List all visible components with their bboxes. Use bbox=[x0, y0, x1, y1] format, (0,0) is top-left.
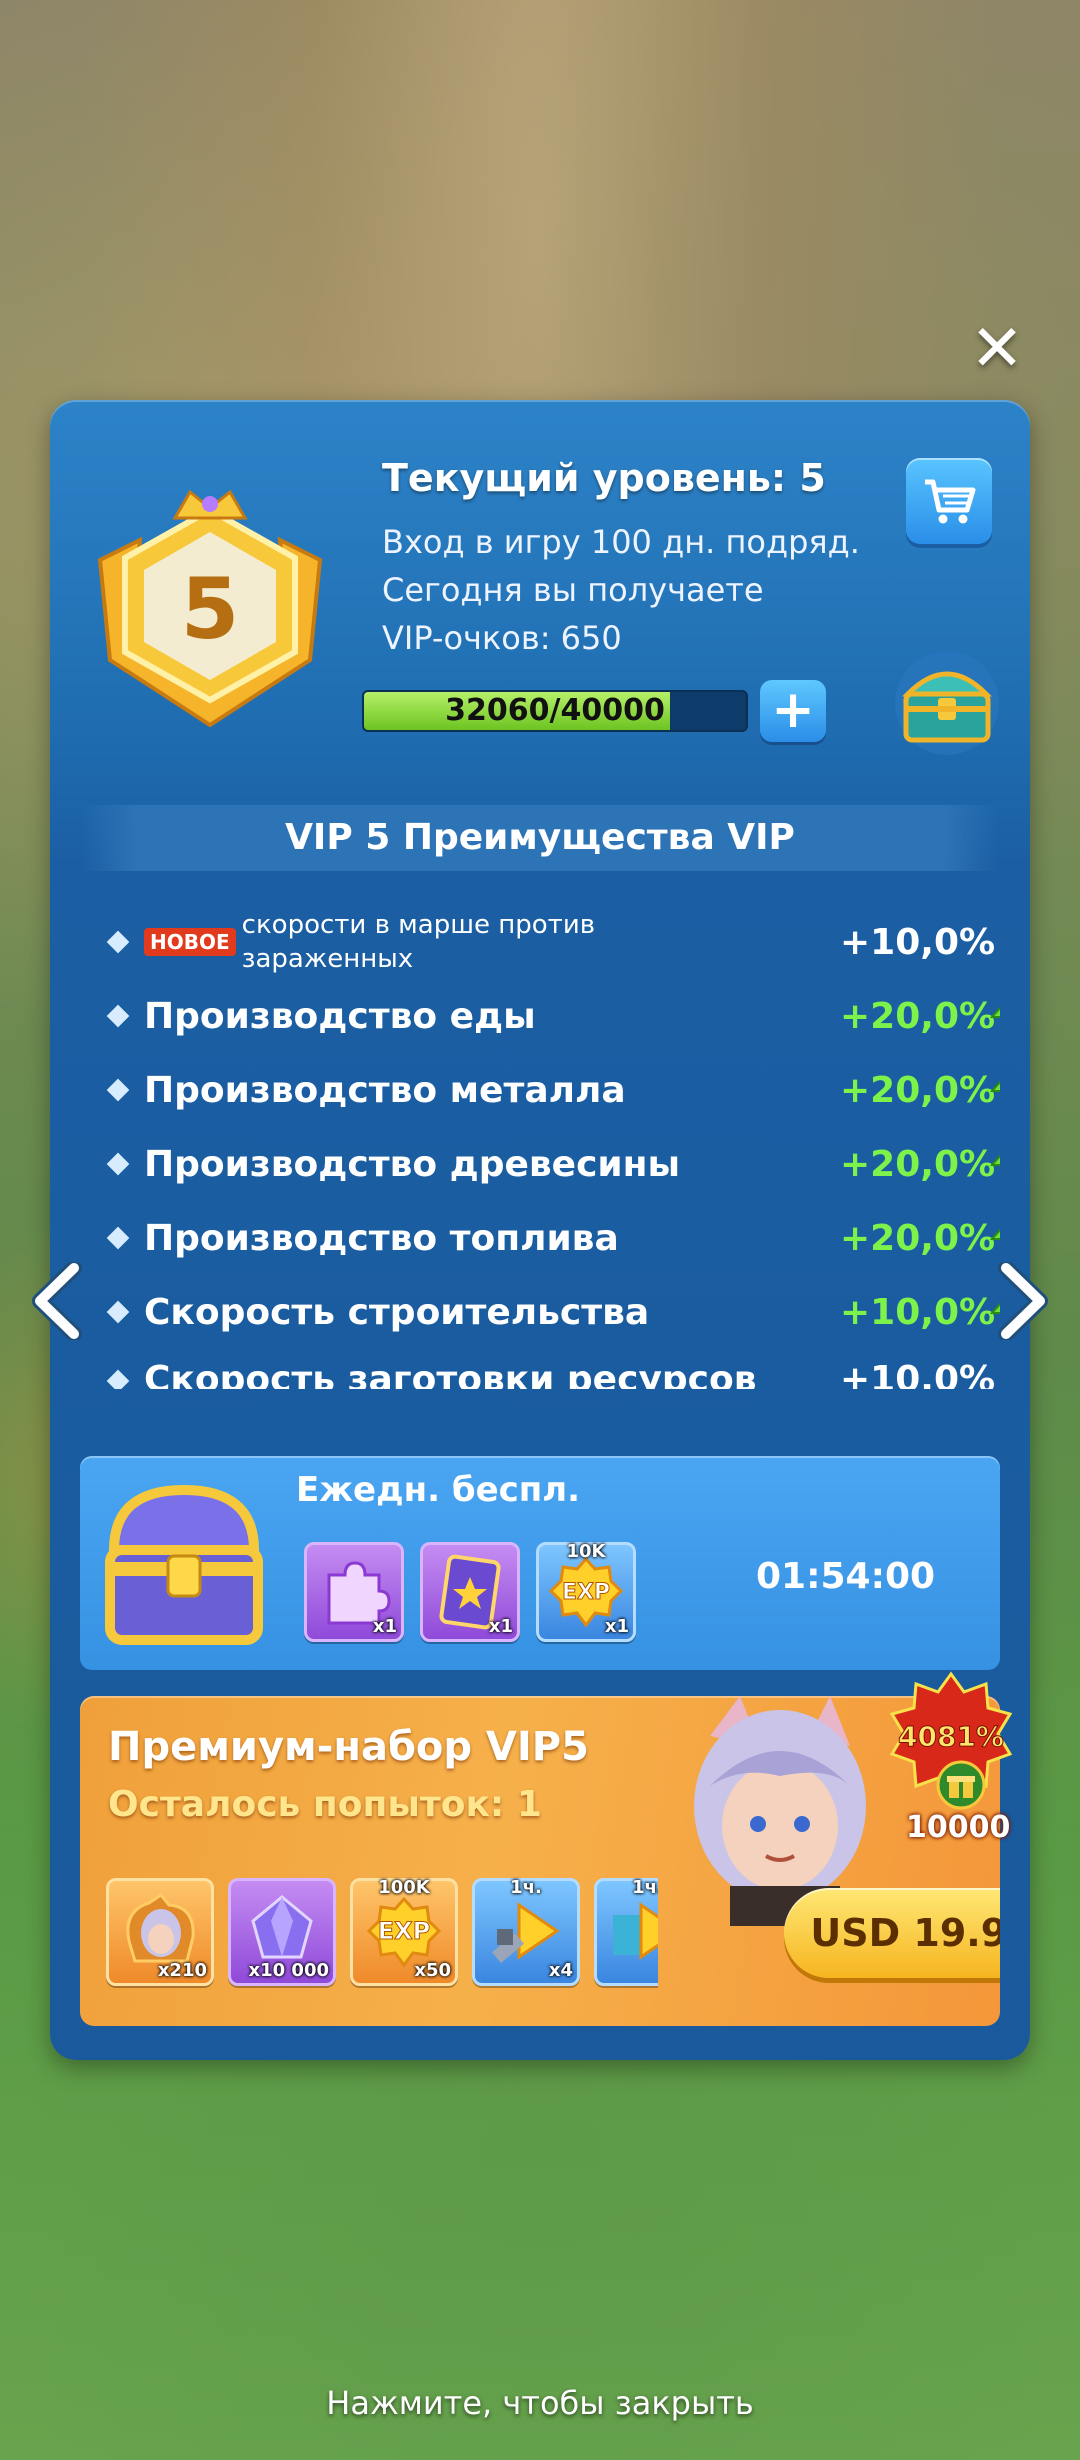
pack-item[interactable]: 1ч. x4 bbox=[472, 1877, 580, 1986]
bullet-icon bbox=[106, 1004, 130, 1028]
shop-cart-button[interactable] bbox=[906, 458, 992, 544]
perk-row: Скорость заготовки ресурсов +10,0% bbox=[100, 1349, 1000, 1389]
reward-item[interactable]: EXP 10K x1 bbox=[536, 1541, 636, 1642]
perk-value: +20,0% bbox=[840, 1217, 996, 1259]
daily-free-reward[interactable]: Ежедн. беспл. x1 x1 EXP 10K x1 01:54:00 bbox=[80, 1456, 1000, 1670]
perk-value: +10,0% bbox=[840, 1359, 996, 1389]
bullet-icon bbox=[106, 930, 130, 954]
perk-value: +10,0% bbox=[840, 921, 996, 963]
pack-item[interactable]: x10 000 bbox=[228, 1878, 336, 1986]
increase-arrow-icon bbox=[990, 1228, 1000, 1240]
item-amount-label: 1ч. bbox=[632, 1878, 658, 1898]
reward-item[interactable]: x1 bbox=[420, 1542, 520, 1642]
vip-level-badge: 5 bbox=[97, 489, 323, 728]
premium-pack-title: Премиум-набор VIP5 bbox=[108, 1724, 589, 1770]
daily-title: Ежедн. беспл. bbox=[296, 1470, 581, 1510]
premium-pack[interactable]: Премиум-набор VIP5 Осталось попыток: 1 x… bbox=[80, 1696, 1000, 2026]
item-amount-label: 10K bbox=[566, 1541, 606, 1562]
next-vip-arrow-icon[interactable] bbox=[996, 1262, 1050, 1340]
bonus-gift-count: 10000 bbox=[906, 1810, 1011, 1845]
perk-value: +10,0% bbox=[840, 1291, 996, 1333]
item-qty: x4 bbox=[548, 1960, 573, 1981]
item-qty: x50 bbox=[414, 1960, 451, 1981]
vip-progress-bar: 32060/40000 bbox=[362, 690, 748, 732]
item-qty: x10 000 bbox=[248, 1960, 330, 1981]
item-qty: x1 bbox=[372, 1616, 397, 1637]
item-amount-label: 100K bbox=[378, 1877, 430, 1898]
discount-text: 4081% bbox=[898, 1720, 1004, 1753]
pack-items-overflow: 1ч. bbox=[594, 1878, 658, 1990]
vip-points-text: VIP-очков: 650 bbox=[382, 619, 622, 657]
bullet-icon bbox=[106, 1300, 130, 1324]
chest-icon bbox=[105, 1484, 263, 1645]
perk-row: Производство топлива +20,0% bbox=[100, 1201, 1000, 1275]
tap-to-close-hint[interactable]: Нажмите, чтобы закрыть bbox=[0, 2384, 1080, 2422]
vip-progress-text: 32060/40000 bbox=[445, 693, 665, 728]
gift-icon bbox=[936, 1760, 986, 1810]
close-icon[interactable]: ✕ bbox=[966, 317, 1028, 381]
current-level-title: Текущий уровень: 5 bbox=[382, 456, 826, 500]
item-qty: x1 bbox=[604, 1616, 629, 1637]
bullet-icon bbox=[106, 1078, 130, 1102]
level-description: Вход в игру 100 дн. подряд. Сегодня вы п… bbox=[382, 518, 902, 662]
increase-arrow-icon bbox=[990, 1154, 1000, 1166]
vip-level-number: 5 bbox=[181, 560, 239, 658]
vip-benefits-header: VIP 5 Преимущества VIP bbox=[82, 805, 998, 871]
login-streak-text: Вход в игру 100 дн. подряд. bbox=[382, 523, 860, 561]
buy-button[interactable]: USD 19.99 bbox=[784, 1888, 1000, 1978]
today-receive-text: Сегодня вы получаете bbox=[382, 571, 764, 609]
pack-item[interactable]: 1ч. bbox=[594, 1878, 658, 1986]
reward-item[interactable]: x1 bbox=[304, 1542, 404, 1642]
increase-arrow-icon bbox=[990, 1080, 1000, 1092]
pack-item[interactable]: EXP 100K x50 bbox=[350, 1877, 458, 1986]
daily-timer: 01:54:00 bbox=[756, 1556, 936, 1597]
increase-arrow-icon bbox=[990, 1006, 1000, 1018]
item-qty: x1 bbox=[488, 1616, 513, 1637]
svg-text:EXP: EXP bbox=[562, 1580, 610, 1605]
perk-value: +20,0% bbox=[840, 1069, 996, 1111]
pack-item[interactable]: x210 bbox=[106, 1878, 214, 1986]
cart-icon bbox=[925, 479, 976, 524]
perk-row: Скорость строительства +10,0% bbox=[100, 1275, 1000, 1349]
new-badge: НОВОЕ bbox=[144, 928, 236, 956]
perk-row: Производство еды +20,0% bbox=[100, 979, 1000, 1053]
perk-row: Производство древесины +20,0% bbox=[100, 1127, 1000, 1201]
svg-text:EXP: EXP bbox=[378, 1917, 431, 1945]
perk-row: НОВОЕ скорости в марше против зараженных… bbox=[100, 905, 1000, 979]
premium-attempts-left: Осталось попыток: 1 bbox=[108, 1784, 542, 1825]
bullet-icon bbox=[106, 1369, 130, 1389]
perk-row: Производство металла +20,0% bbox=[100, 1053, 1000, 1127]
item-amount-label: 1ч. bbox=[510, 1877, 542, 1898]
treasure-chest-icon[interactable] bbox=[892, 648, 1002, 758]
perk-value: +20,0% bbox=[840, 1143, 996, 1185]
add-vip-points-button[interactable]: + bbox=[760, 680, 826, 742]
bullet-icon bbox=[106, 1226, 130, 1250]
item-qty: x210 bbox=[157, 1960, 207, 1981]
bullet-icon bbox=[106, 1152, 130, 1176]
perk-value: +20,0% bbox=[840, 995, 996, 1037]
previous-vip-arrow-icon[interactable] bbox=[30, 1262, 84, 1340]
